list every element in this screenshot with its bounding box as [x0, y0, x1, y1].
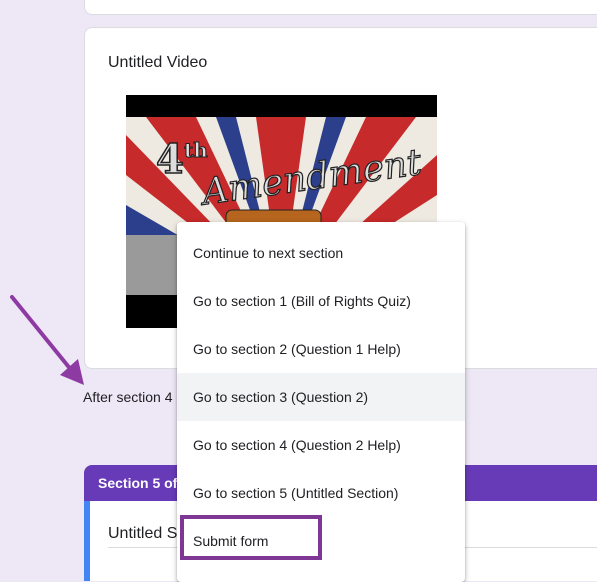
section-title[interactable]: Untitled S: [108, 525, 177, 543]
menu-item-section-3[interactable]: Go to section 3 (Question 2): [177, 373, 465, 421]
video-title: Untitled Video: [108, 54, 208, 71]
menu-item-section-2[interactable]: Go to section 2 (Question 1 Help): [177, 325, 465, 373]
previous-card: [84, 0, 597, 15]
menu-item-label: Go to section 1 (Bill of Rights Quiz): [193, 293, 411, 309]
menu-item-label: Go to section 5 (Untitled Section): [193, 485, 399, 501]
menu-item-section-4[interactable]: Go to section 4 (Question 2 Help): [177, 421, 465, 469]
menu-item-label: Go to section 2 (Question 1 Help): [193, 341, 401, 357]
svg-text:th: th: [184, 138, 208, 162]
menu-item-section-5[interactable]: Go to section 5 (Untitled Section): [177, 469, 465, 517]
menu-item-label: Continue to next section: [193, 245, 344, 261]
annotation-arrow-icon: [10, 295, 84, 385]
menu-item-section-1[interactable]: Go to section 1 (Bill of Rights Quiz): [177, 277, 465, 325]
menu-item-label: Go to section 4 (Question 2 Help): [193, 437, 401, 453]
svg-text:4: 4: [156, 136, 184, 183]
submit-form-highlight: [180, 515, 322, 560]
menu-item-label: Go to section 3 (Question 2): [193, 389, 369, 405]
section-header-text: Section 5 of: [98, 475, 178, 491]
menu-item-continue[interactable]: Continue to next section: [177, 229, 465, 277]
